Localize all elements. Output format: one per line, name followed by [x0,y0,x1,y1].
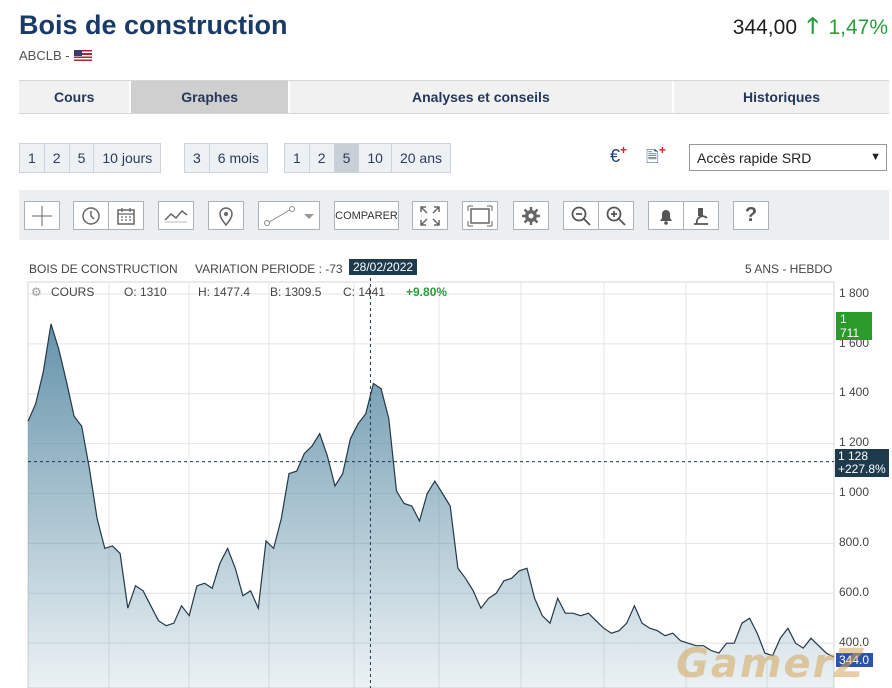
add-document-icon[interactable]: 🗎+ [646,143,666,173]
tab-historiques[interactable]: Historiques [674,81,889,113]
tab-graphes[interactable]: Graphes [131,81,290,113]
legend-close: C: 1441 [343,285,386,299]
compare-button[interactable]: COMPARER [334,201,399,230]
y-tick-label: 1 800 [839,286,870,300]
price-chart-svg [27,272,835,688]
period-1-year[interactable]: 1 [285,144,310,172]
map-pin-icon[interactable] [208,201,244,230]
tab-cours[interactable]: Cours [19,81,132,113]
period-10-years[interactable]: 10 [359,144,392,172]
y-tick-label: 1 200 [839,435,870,449]
period-5-years[interactable]: 5 [334,144,360,172]
period-20-years[interactable]: 20 ans [392,144,450,172]
period-2-days[interactable]: 2 [45,144,70,172]
price-change: 1,47% [828,16,888,39]
trendline-tool-icon[interactable] [258,201,320,230]
crosshair-date-badge: 28/02/2022 [349,259,418,275]
y-tick-label: 1 400 [839,385,870,399]
price-block: 344,00 🡑 1,47% [733,9,888,47]
period-6-months[interactable]: 6 mois [210,144,267,172]
tab-analyses[interactable]: Analyses et conseils [290,81,674,113]
crosshair-price-tag: 1 128 +227.8% [835,449,889,477]
calendar-icon[interactable] [108,201,144,230]
watermark: GamerZ [676,641,866,687]
clock-icon[interactable] [73,201,109,230]
chart-toolbar: COMPARER ? [19,190,889,240]
chart-variation: VARIATION PERIODE : -73 [195,262,343,276]
chevron-down-icon: ▼ [870,151,881,163]
quick-access-select[interactable]: Accès rapide SRD ▼ [689,144,887,171]
crosshair-icon[interactable] [24,201,60,230]
period-months-group: 3 6 mois [184,143,269,173]
ticker-subtitle: ABCLB - [19,48,92,63]
period-3-months[interactable]: 3 [185,144,210,172]
main-tabs: Cours Graphes Analyses et conseils Histo… [19,80,889,114]
y-tick-label: 1 000 [839,485,870,499]
chart-type-icon[interactable] [158,201,194,230]
settings-gear-icon[interactable] [513,201,549,230]
page-title: Bois de construction [19,10,288,40]
period-10-days[interactable]: 10 jours [94,144,160,172]
legend-pct: +9.80% [406,285,448,299]
zoom-in-icon[interactable] [598,201,634,230]
us-flag-icon [73,50,92,61]
legend-series: COURS [51,285,95,299]
bell-icon[interactable] [648,201,684,230]
microscope-icon[interactable] [683,201,719,230]
period-years-group: 1 2 5 10 20 ans [284,143,452,173]
zoom-out-icon[interactable] [563,201,599,230]
add-euro-icon[interactable]: €+ [610,143,627,167]
chart-period-label: 5 ANS - HEBDO [745,262,833,276]
legend-gear-icon[interactable]: ⚙ [31,285,42,299]
ticker-label: ABCLB - [19,48,70,63]
high-price-tag: 1 711 [836,312,872,340]
chart-instrument-name: BOIS DE CONSTRUCTION [29,262,178,276]
legend-low: B: 1309.5 [270,285,322,299]
fullscreen-icon[interactable] [412,201,448,230]
price-chart[interactable]: BOIS DE CONSTRUCTION VARIATION PERIODE :… [19,250,892,688]
help-icon[interactable]: ? [733,201,769,230]
quick-access-value: Accès rapide SRD [697,149,812,166]
period-5-days[interactable]: 5 [70,144,95,172]
period-days-group: 1 2 5 10 jours [19,143,162,173]
legend-high: H: 1477.4 [198,285,251,299]
crosshair-pct: +227.8% [838,462,886,476]
last-price: 344,00 [732,16,797,39]
period-2-years[interactable]: 2 [310,144,335,172]
period-1-day[interactable]: 1 [20,144,45,172]
legend-open: O: 1310 [124,285,167,299]
y-tick-label: 800.0 [839,535,870,549]
arrow-up-icon: 🡑 [807,13,819,38]
y-tick-label: 600.0 [839,585,870,599]
fit-screen-icon[interactable] [462,201,498,230]
